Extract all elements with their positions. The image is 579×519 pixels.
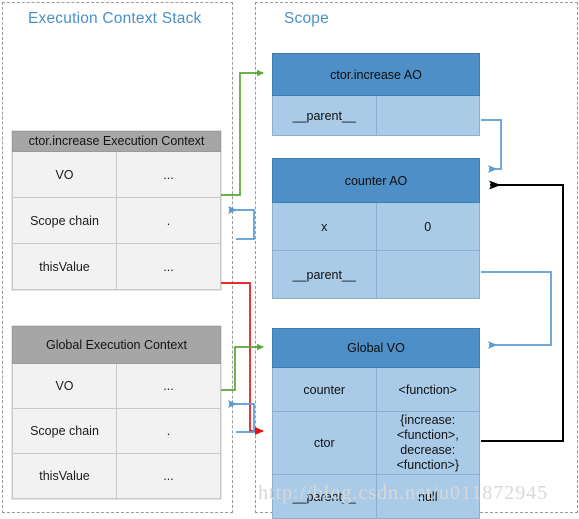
table-row: ctor.increase AO [272, 53, 480, 96]
ctor-increase-ec-vo-key: VO [12, 151, 117, 198]
ctor-increase-ao-parent-value [375, 95, 480, 136]
table-row: Scope chain . [12, 408, 221, 454]
ctor-increase-ao-table: ctor.increase AO __parent__ [272, 53, 480, 136]
global-ec-scopechain-key: Scope chain [12, 408, 117, 454]
table-row: __parent__ [272, 95, 480, 136]
table-row: ctor {increase: <function>, decrease: <f… [272, 411, 480, 475]
global-ec-thisvalue-key: thisValue [12, 453, 117, 499]
scope-title: Scope [284, 10, 329, 27]
global-vo-ctor-value-line1: {increase: <function>, [396, 413, 459, 442]
ctor-increase-execution-context-table: ctor.increase Execution Context VO ... S… [12, 131, 221, 290]
table-row: Scope chain . [12, 197, 221, 244]
counter-ao-header: counter AO [272, 158, 480, 203]
table-row: VO ... [12, 151, 221, 198]
ctor-increase-ec-scopechain-key: Scope chain [12, 197, 117, 244]
global-execution-context-table: Global Execution Context VO ... Scope ch… [12, 326, 221, 499]
watermark-text: http://blog.csdn.net/u011872945 [258, 482, 549, 504]
execution-context-stack-title: Execution Context Stack [28, 10, 202, 27]
global-vo-counter-value: <function> [375, 367, 480, 412]
table-row: Global Execution Context [12, 326, 221, 364]
counter-ao-parent-value [375, 250, 480, 299]
global-vo-ctor-value: {increase: <function>, decrease: <functi… [375, 411, 480, 475]
table-row: counter <function> [272, 367, 480, 412]
ctor-increase-ec-vo-value: ... [116, 151, 221, 198]
global-ec-vo-key: VO [12, 363, 117, 409]
table-row: thisValue ... [12, 243, 221, 290]
ctor-increase-ao-parent-key: __parent__ [272, 95, 377, 136]
table-row: Global VO [272, 328, 480, 368]
global-ec-scopechain-value: . [116, 408, 221, 454]
global-vo-ctor-key: ctor [272, 411, 377, 475]
table-row: ctor.increase Execution Context [12, 131, 221, 152]
global-ec-header: Global Execution Context [12, 326, 221, 364]
table-row: __parent__ [272, 250, 480, 299]
counter-ao-x-value: 0 [375, 202, 480, 251]
ctor-increase-ec-thisvalue-value: ... [116, 243, 221, 290]
table-row: thisValue ... [12, 453, 221, 499]
global-ec-thisvalue-value: ... [116, 453, 221, 499]
ctor-increase-ec-scopechain-value: . [116, 197, 221, 244]
global-vo-counter-key: counter [272, 367, 377, 412]
ctor-increase-ao-header: ctor.increase AO [272, 53, 480, 96]
counter-ao-x-key: x [272, 202, 377, 251]
counter-ao-parent-key: __parent__ [272, 250, 377, 299]
ctor-increase-ec-header: ctor.increase Execution Context [12, 131, 221, 152]
counter-ao-table: counter AO x 0 __parent__ [272, 158, 480, 299]
global-vo-ctor-value-line2: decrease: <function>} [396, 443, 460, 472]
ctor-increase-ec-thisvalue-key: thisValue [12, 243, 117, 290]
global-ec-vo-value: ... [116, 363, 221, 409]
table-row: VO ... [12, 363, 221, 409]
global-vo-header: Global VO [272, 328, 480, 368]
table-row: counter AO [272, 158, 480, 203]
table-row: x 0 [272, 202, 480, 251]
